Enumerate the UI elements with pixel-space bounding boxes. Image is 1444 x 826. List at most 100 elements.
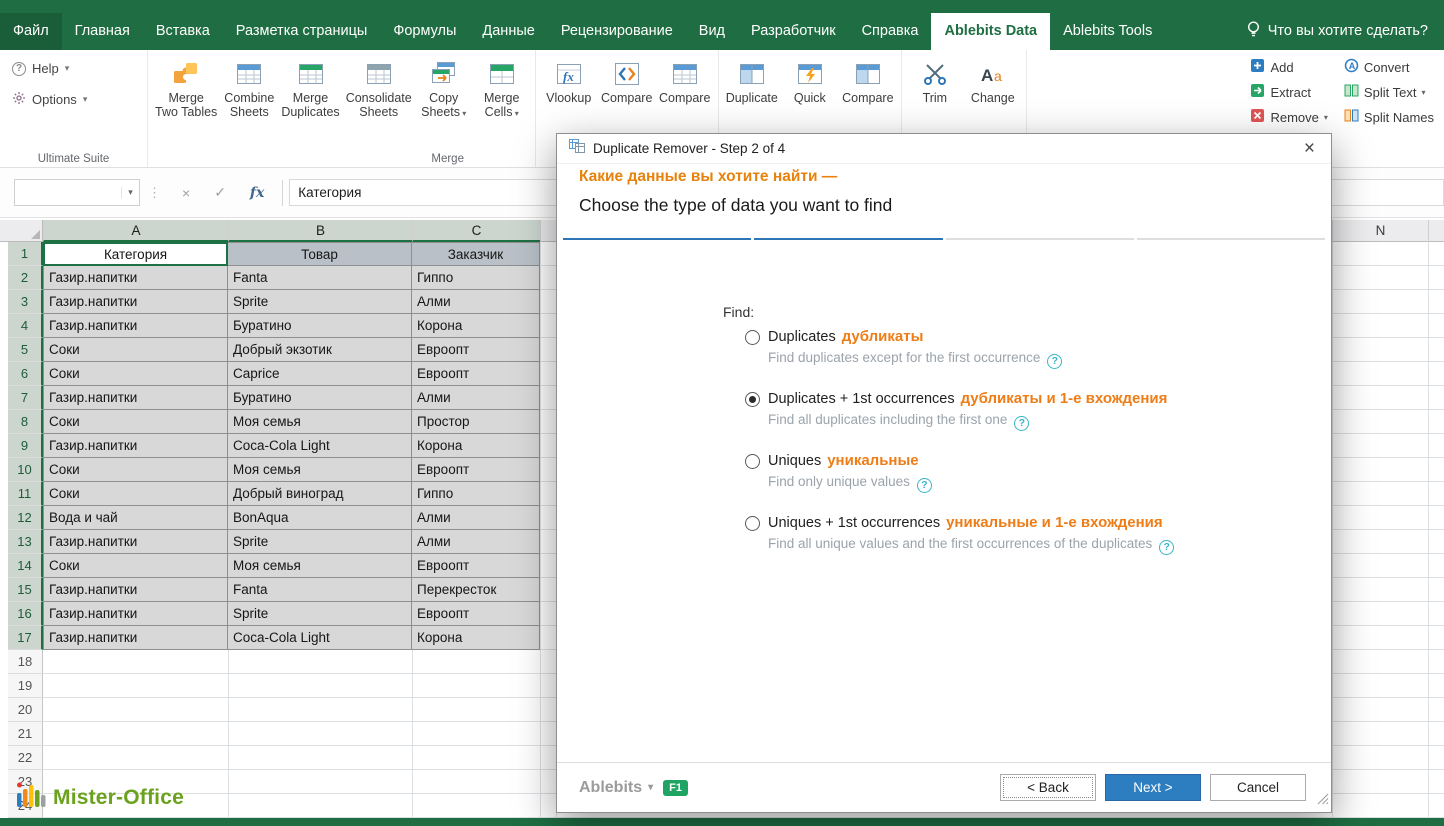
tab-вставка[interactable]: Вставка	[143, 13, 223, 50]
cell[interactable]: BonAqua	[228, 506, 412, 530]
row-header-1[interactable]: 1	[8, 242, 43, 266]
column-header[interactable]	[1428, 220, 1444, 242]
cell[interactable]: Заказчик	[412, 242, 540, 266]
add-button[interactable]: Add	[1250, 58, 1327, 76]
cell[interactable]: Газир.напитки	[43, 290, 228, 314]
cell[interactable]: Гиппо	[412, 266, 540, 290]
row-header-19[interactable]: 19	[8, 674, 43, 698]
change-button[interactable]: AaChange	[964, 55, 1022, 107]
options-button[interactable]: Options ▾	[12, 91, 87, 108]
cell[interactable]: Coca-Cola Light	[228, 434, 412, 458]
cell[interactable]: Sprite	[228, 602, 412, 626]
tab-данные[interactable]: Данные	[469, 13, 547, 50]
cell[interactable]: Соки	[43, 410, 228, 434]
tab-ablebits-tools[interactable]: Ablebits Tools	[1050, 13, 1165, 50]
cell[interactable]: Газир.напитки	[43, 602, 228, 626]
cell[interactable]: Корона	[412, 434, 540, 458]
cell[interactable]: Евроопт	[412, 602, 540, 626]
radio-button[interactable]	[745, 454, 760, 469]
cell[interactable]: Соки	[43, 458, 228, 482]
row-header-11[interactable]: 11	[8, 482, 43, 506]
cell[interactable]: Перекресток	[412, 578, 540, 602]
trim-button[interactable]: Trim	[906, 55, 964, 107]
active-cell[interactable]: Категория	[43, 242, 228, 266]
row-header-5[interactable]: 5	[8, 338, 43, 362]
help-circle-icon[interactable]: ?	[1047, 354, 1062, 369]
select-all-corner[interactable]	[8, 220, 43, 242]
vlookup-button[interactable]: fxVlookup	[540, 55, 598, 107]
cell[interactable]: Корона	[412, 626, 540, 650]
row-header-14[interactable]: 14	[8, 554, 43, 578]
tab-главная[interactable]: Главная	[62, 13, 143, 50]
row-header-18[interactable]: 18	[8, 650, 43, 674]
merge-duplicates-button[interactable]: MergeDuplicates	[278, 55, 342, 123]
resize-grip[interactable]	[1317, 792, 1329, 810]
copy-sheets-button[interactable]: CopySheets ▾	[415, 55, 473, 123]
option-row[interactable]: Duplicates + 1st occurrencesдубликаты и …	[745, 390, 1174, 408]
cell[interactable]: Газир.напитки	[43, 266, 228, 290]
row-header-7[interactable]: 7	[8, 386, 43, 410]
cell[interactable]: Газир.напитки	[43, 530, 228, 554]
tab-ablebits-data[interactable]: Ablebits Data	[931, 13, 1050, 50]
radio-button[interactable]	[745, 330, 760, 345]
tell-me-box[interactable]: Что вы хотите сделать?	[1246, 20, 1444, 50]
cell[interactable]: Coca-Cola Light	[228, 626, 412, 650]
radio-button[interactable]	[745, 516, 760, 531]
row-header-9[interactable]: 9	[8, 434, 43, 458]
cell[interactable]: Евроопт	[412, 338, 540, 362]
cell[interactable]: Sprite	[228, 530, 412, 554]
tab-справка[interactable]: Справка	[849, 13, 932, 50]
cell[interactable]: Fanta	[228, 266, 412, 290]
split-names-button[interactable]: Split Names	[1344, 108, 1434, 126]
cell[interactable]: Газир.напитки	[43, 386, 228, 410]
compare-button[interactable]: Compare	[656, 55, 714, 107]
name-box-dropdown-icon[interactable]: ▾	[121, 187, 139, 198]
tab-рецензирование[interactable]: Рецензирование	[548, 13, 686, 50]
row-header-13[interactable]: 13	[8, 530, 43, 554]
cell[interactable]: Газир.напитки	[43, 434, 228, 458]
tab-формулы[interactable]: Формулы	[380, 13, 469, 50]
row-header-17[interactable]: 17	[8, 626, 43, 650]
cancel-button[interactable]: Cancel	[1210, 774, 1306, 801]
cell[interactable]: Caprice	[228, 362, 412, 386]
radio-button-selected[interactable]	[745, 392, 760, 407]
cell[interactable]: Алми	[412, 530, 540, 554]
cell[interactable]: Соки	[43, 554, 228, 578]
option-row[interactable]: Duplicatesдубликаты	[745, 328, 1174, 346]
column-header-N[interactable]: N	[1332, 220, 1428, 242]
ablebits-brand-menu[interactable]: Ablebits ▾	[579, 779, 653, 797]
cell[interactable]: Соки	[43, 362, 228, 386]
row-header-4[interactable]: 4	[8, 314, 43, 338]
cell[interactable]: Добрый экзотик	[228, 338, 412, 362]
row-header-6[interactable]: 6	[8, 362, 43, 386]
compare-button[interactable]: Compare	[598, 55, 656, 107]
tab-разметка-страницы[interactable]: Разметка страницы	[223, 13, 381, 50]
cell[interactable]: Sprite	[228, 290, 412, 314]
row-header-20[interactable]: 20	[8, 698, 43, 722]
insert-function-icon[interactable]: fx	[238, 185, 276, 201]
cell[interactable]: Простор	[412, 410, 540, 434]
cell[interactable]: Корона	[412, 314, 540, 338]
extract-button[interactable]: Extract	[1250, 83, 1327, 101]
row-header-12[interactable]: 12	[8, 506, 43, 530]
row-header-8[interactable]: 8	[8, 410, 43, 434]
cell[interactable]: Гиппо	[412, 482, 540, 506]
cell[interactable]: Газир.напитки	[43, 314, 228, 338]
option-row[interactable]: Uniquesуникальные	[745, 452, 1174, 470]
quick-button[interactable]: Quick	[781, 55, 839, 107]
close-icon[interactable]: ×	[1300, 139, 1319, 158]
cell[interactable]: Газир.напитки	[43, 578, 228, 602]
tab-разработчик[interactable]: Разработчик	[738, 13, 849, 50]
back-button[interactable]: < Back	[1000, 774, 1096, 801]
column-header[interactable]	[540, 220, 556, 242]
consolidate-sheets-button[interactable]: ConsolidateSheets	[343, 55, 415, 123]
cell[interactable]: Соки	[43, 338, 228, 362]
cell[interactable]: Евроопт	[412, 554, 540, 578]
cell[interactable]: Алми	[412, 386, 540, 410]
cell[interactable]: Моя семья	[228, 554, 412, 578]
combine-sheets-button[interactable]: CombineSheets	[220, 55, 278, 123]
help-circle-icon[interactable]: ?	[1014, 416, 1029, 431]
row-header-2[interactable]: 2	[8, 266, 43, 290]
cell[interactable]: Моя семья	[228, 410, 412, 434]
next-button[interactable]: Next >	[1105, 774, 1201, 801]
